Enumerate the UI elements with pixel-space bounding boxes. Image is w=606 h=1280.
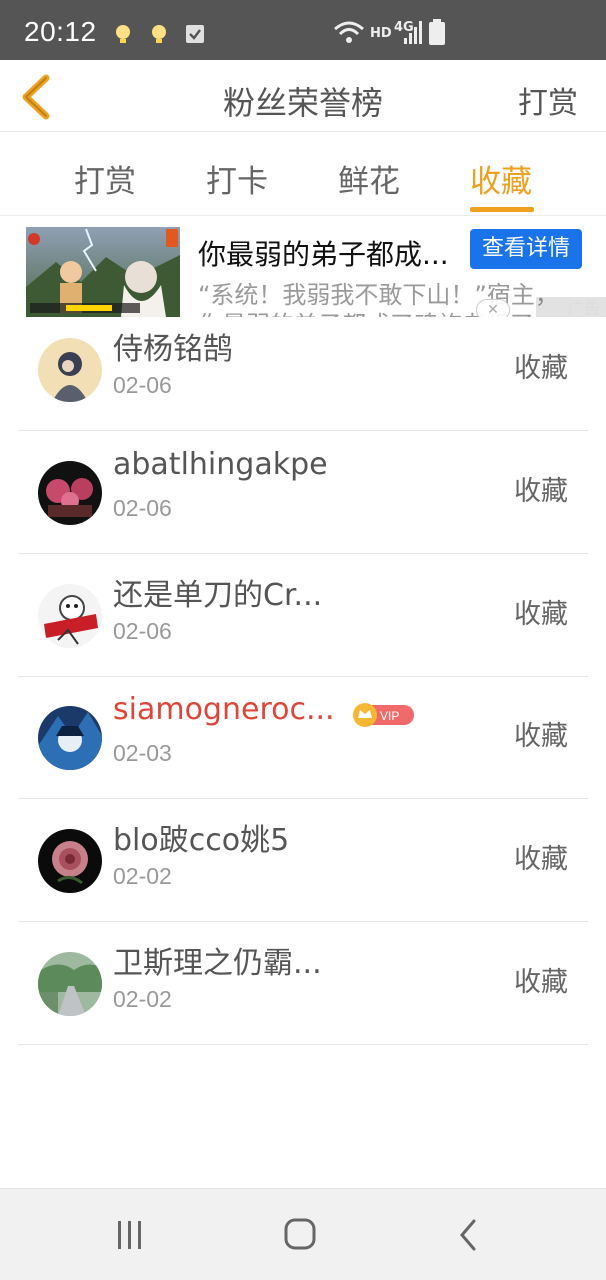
reward-button[interactable]: 打赏: [518, 78, 578, 122]
list-item[interactable]: 卫斯理之仍霸... 02-02 收藏: [18, 922, 588, 1045]
tab-flowers[interactable]: 鲜花: [338, 156, 400, 201]
svg-text:VIP: VIP: [380, 709, 399, 723]
avatar: [38, 952, 102, 1016]
user-name: 卫斯理之仍霸...: [113, 946, 322, 981]
list-item[interactable]: abatlhingakpe 02-06 收藏: [18, 431, 588, 554]
page-title: 粉丝荣誉榜: [222, 84, 383, 122]
recent-apps-icon[interactable]: [110, 1217, 150, 1253]
avatar: [38, 829, 102, 893]
avatar: [38, 461, 102, 525]
tab-reward[interactable]: 打赏: [74, 156, 136, 201]
header: 粉丝荣誉榜 打赏: [0, 60, 606, 132]
checkbox-icon: [186, 25, 204, 43]
bulb-icon: [116, 25, 130, 43]
network-hd-label: HD: [370, 26, 392, 41]
ad-banner[interactable]: 你最弱的弟子都成... 查看详情 “系统！我弱我不敢下山！”宿主， 你最弱的弟子…: [0, 217, 606, 317]
ad-thumbnail: [26, 227, 180, 317]
ad-title: 你最弱的弟子都成...: [198, 238, 449, 271]
home-icon[interactable]: [280, 1217, 320, 1253]
tab-checkin[interactable]: 打卡: [206, 156, 268, 201]
avatar: [38, 338, 102, 402]
view-details-button[interactable]: 查看详情: [470, 229, 582, 269]
favorite-label: 收藏: [514, 967, 568, 998]
list-item[interactable]: 侍杨铭鹄 02-06 收藏: [18, 308, 588, 431]
avatar: [38, 706, 102, 770]
tab-favorites[interactable]: 收藏: [470, 156, 532, 201]
favorite-label: 收藏: [514, 599, 568, 630]
list-item[interactable]: blo跛cco姚5 02-02 收藏: [18, 799, 588, 922]
favorite-label: 收藏: [514, 476, 568, 507]
favorite-label: 收藏: [514, 721, 568, 752]
user-name: 还是单刀的Cr...: [113, 578, 323, 613]
bulb-icon: [152, 25, 166, 43]
tab-bar: 打赏 打卡 鲜花 收藏: [0, 132, 606, 216]
back-icon[interactable]: [450, 1217, 490, 1253]
user-date: 02-06: [113, 618, 172, 644]
status-time: 20:12: [24, 16, 97, 47]
chevron-left-icon: [22, 74, 50, 120]
status-bar: 20:12 HD 4G: [0, 0, 606, 60]
user-date: 02-03: [113, 740, 172, 766]
back-button[interactable]: [14, 70, 64, 124]
avatar: [38, 584, 102, 648]
user-name: 侍杨铭鹄: [113, 332, 233, 367]
list-item[interactable]: 还是单刀的Cr... 02-06 收藏: [18, 554, 588, 677]
user-date: 02-06: [113, 372, 172, 398]
battery-icon: [429, 19, 445, 45]
signal-icon: [404, 21, 422, 44]
user-name: siamogneroc...: [113, 692, 335, 727]
user-name: abatlhingakpe: [113, 447, 328, 482]
user-date: 02-02: [113, 986, 172, 1012]
user-date: 02-06: [113, 495, 172, 521]
wifi-icon: [334, 21, 364, 43]
favorite-label: 收藏: [514, 353, 568, 384]
list-item[interactable]: siamogneroc... VIP 02-03 收藏: [18, 676, 588, 799]
active-tab-indicator: [470, 207, 534, 212]
user-name: blo跛cco姚5: [113, 823, 290, 858]
favorite-label: 收藏: [514, 844, 568, 875]
system-nav-bar: [0, 1188, 606, 1280]
user-date: 02-02: [113, 863, 172, 889]
vip-badge: VIP: [353, 703, 414, 727]
